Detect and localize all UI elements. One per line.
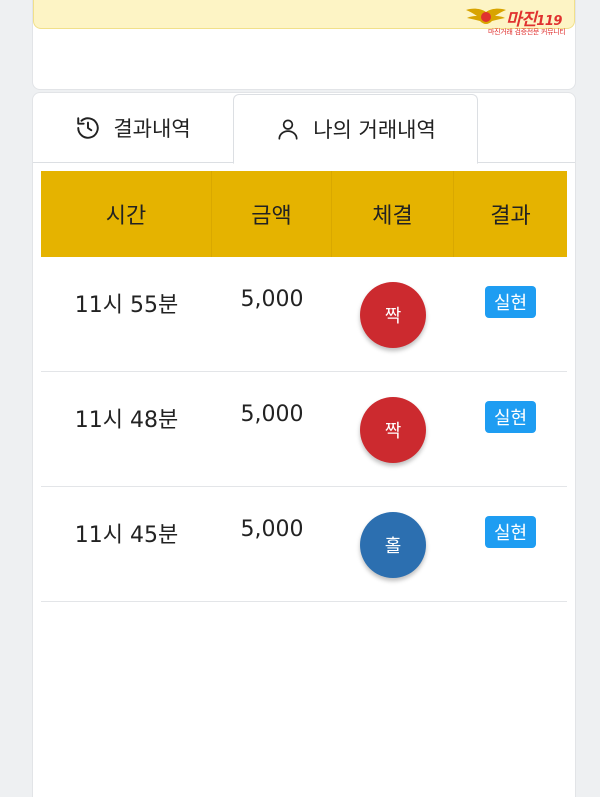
cell-amount: 5,000 [240,517,304,542]
cell-time: 11시 55분 [74,293,179,318]
header-pick: 체결 [332,171,454,257]
trade-history-card: 결과내역 나의 거래내역 시간 금액 체결 결과 11시 55분 5,000 짝… [32,92,576,797]
header-amount: 금액 [212,171,332,257]
tab-results-label: 결과내역 [113,117,191,141]
cell-amount: 5,000 [240,287,304,312]
table-row: 11시 48분 5,000 짝 실현 [41,372,567,487]
table-row: 11시 45분 5,000 홀 실현 [41,487,567,602]
result-badge: 실현 [484,286,537,318]
result-badge: 실현 [484,516,537,548]
cell-result: 실현 [454,487,567,601]
cell-amount: 5,000 [240,402,304,427]
table-row: 11시 55분 5,000 짝 실현 [41,257,567,372]
cell-result: 실현 [454,372,567,486]
logo-subtitle: 마진거래 검증전문 커뮤니티 [488,28,566,36]
pick-ball: 짝 [360,397,426,463]
pick-ball: 홀 [360,512,426,578]
watermark-logo: 마진119 마진거래 검증전문 커뮤니티 [466,4,596,38]
header-result: 결과 [490,204,531,229]
result-badge: 실현 [484,401,537,433]
cell-time: 11시 45분 [74,523,179,548]
tab-my-trades[interactable]: 나의 거래내역 [233,94,478,164]
pick-ball: 짝 [360,282,426,348]
header-time: 시간 [41,171,212,257]
user-icon [278,119,298,140]
cell-pick: 홀 [332,487,454,601]
cell-result: 실현 [454,257,567,371]
page: 마진119 마진거래 검증전문 커뮤니티 결과내역 나의 거래내역 시간 금액 … [0,0,600,797]
tab-bar: 결과내역 나의 거래내역 [33,93,575,164]
history-icon [77,117,100,139]
table-header: 시간 금액 체결 결과 [41,171,567,257]
cell-pick: 짝 [332,372,454,486]
cell-pick: 짝 [332,257,454,371]
cell-time: 11시 48분 [74,408,179,433]
trade-table: 시간 금액 체결 결과 11시 55분 5,000 짝 실현 11시 48분 5… [41,171,567,602]
tab-my-trades-label: 나의 거래내역 [313,118,436,142]
tab-results[interactable]: 결과내역 [33,93,233,163]
